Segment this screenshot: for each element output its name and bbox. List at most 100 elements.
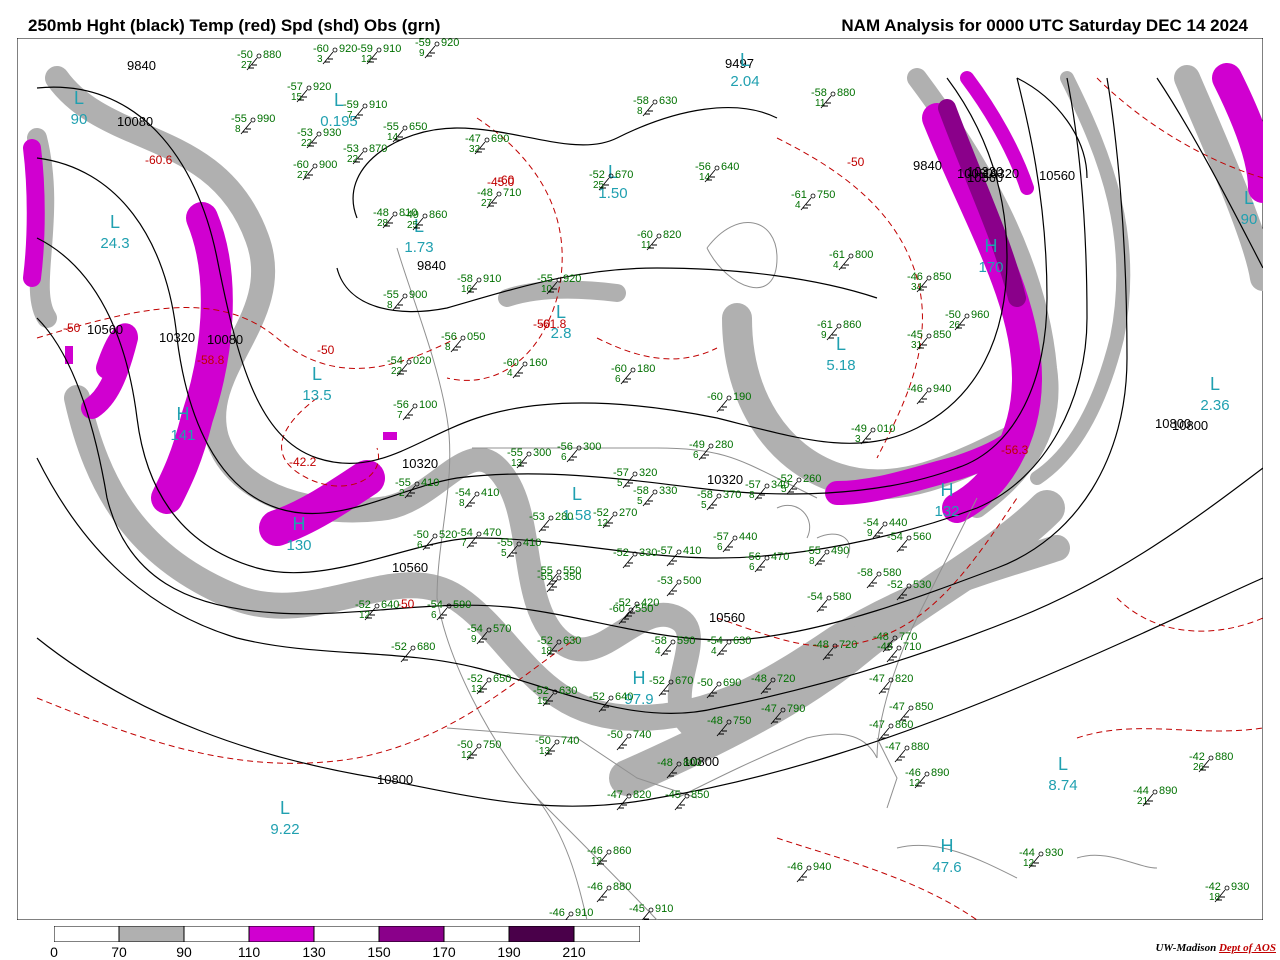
low-letter: L [556,302,566,322]
obs-height: 180 [637,363,655,375]
height-label: 10080 [207,332,243,347]
colorbar-tick-label: 110 [237,944,261,960]
marker-value: 90 [1241,211,1258,228]
obs-height: 670 [675,675,693,687]
chart-title-right: NAM Analysis for 0000 UTC Saturday DEC 1… [841,16,1248,35]
obs-dewpoint-depression: 8 [445,342,451,353]
obs-height: 410 [481,487,499,499]
obs-dewpoint-depression: 5 [701,500,707,511]
obs-height: 850 [933,271,951,283]
colorbar-190-210 [508,925,575,943]
colorbar-90-110 [183,925,250,943]
high-letter: H [941,836,954,856]
height-label: 9840 [913,158,942,173]
obs-dewpoint-depression: 6 [561,452,567,463]
obs-height: 630 [659,95,677,107]
temperature-label: -50 [63,321,81,335]
obs-height: 640 [381,599,399,611]
obs-height: 580 [833,591,851,603]
obs-temperature: -47 [885,741,901,753]
obs-height: 330 [639,547,657,559]
obs-dewpoint-depression: 8 [235,124,241,135]
colorbar-tick-labels: 0 70 90 110 130 150 170 190 210 [0,944,700,960]
height-label: 10800 [377,772,413,787]
colorbar-tick-label: 130 [302,944,326,960]
obs-height: 050 [467,331,485,343]
weather-map: 9840 10080 9840 10560 10320 10080 10320 10560 10… [17,38,1263,920]
marker-value: 5.18 [826,357,855,374]
high-letter: H [633,668,646,688]
obs-height: 690 [723,677,741,689]
marker-value: 2.8 [551,325,572,342]
colorbar-110-130 [248,925,315,943]
low-letter: L [1058,754,1068,774]
marker-value: 13.5 [302,387,331,404]
obs-height: 880 [613,881,631,893]
marker-value: 8.74 [1048,777,1077,794]
obs-temperature: -48 [873,631,889,643]
obs-height: 680 [417,641,435,653]
obs-height: 930 [1045,847,1063,859]
temperature-label: -60.6 [145,153,173,167]
colorbar-tick-label: 190 [497,944,521,960]
obs-temperature: -46 [907,383,923,395]
credit-org: UW-Madison [1155,942,1217,954]
obs-temperature: -46 [787,861,803,873]
obs-dewpoint-depression: 6 [717,542,723,553]
jet-gray-north [498,280,626,307]
temperature-label: -42.2 [289,455,317,469]
obs-temperature: -50 [697,677,713,689]
colorbar-tick-label: 170 [432,944,456,960]
obs-height: 710 [503,187,521,199]
obs-height: 490 [831,545,849,557]
high-letter: H [293,514,306,534]
obs-temperature: -45 [665,789,681,801]
obs-temperature: -60 [707,391,723,403]
obs-temperature: -47 [761,703,777,715]
high-letter: H [177,404,190,424]
wind-speed-colorbar [53,925,641,943]
obs-height: 880 [1215,751,1233,763]
obs-height: 910 [369,99,387,111]
colorbar-tick-label: 90 [176,944,192,960]
obs-temperature: -52 [589,691,605,703]
obs-height: 190 [733,391,751,403]
marker-value: 170 [978,259,1003,276]
obs-height: 850 [933,329,951,341]
obs-height: 560 [913,531,931,543]
obs-temperature: -52 [615,597,631,609]
obs-dewpoint-depression: 8 [809,556,815,567]
height-label: 9840 [417,258,446,273]
obs-height: 920 [563,273,581,285]
obs-temperature: -47 [869,673,885,685]
obs-height: 420 [641,597,659,609]
obs-height: 160 [529,357,547,369]
obs-dewpoint-depression: 6 [431,610,437,621]
obs-dewpoint-depression: 8 [459,498,465,509]
obs-height: 410 [421,477,439,489]
low-letter: L [572,484,582,504]
obs-dewpoint-depression: 9 [419,48,425,59]
obs-temperature: -58 [857,567,873,579]
obs-temperature: -48 [707,715,723,727]
obs-dewpoint-depression: 6 [615,374,621,385]
obs-temperature: -57 [657,545,673,557]
obs-height: 910 [655,903,673,915]
marker-value: 24.3 [100,235,129,252]
obs-height: 820 [895,673,913,685]
obs-height: 410 [683,545,701,557]
low-letter: L [740,50,750,70]
low-letter: L [110,212,120,232]
obs-dewpoint-depression: 2 [399,488,405,499]
obs-dewpoint-depression: 9 [867,528,873,539]
obs-height: 820 [633,789,651,801]
obs-height: 630 [733,635,751,647]
obs-height: 590 [677,635,695,647]
obs-height: 820 [663,229,681,241]
marker-value: 2.36 [1200,397,1229,414]
height-label: 10560 [87,322,123,337]
obs-height: 910 [483,273,501,285]
obs-temperature: -53 [529,511,545,523]
colorbar-210-plus [573,925,641,943]
height-label: 10560 [709,610,745,625]
